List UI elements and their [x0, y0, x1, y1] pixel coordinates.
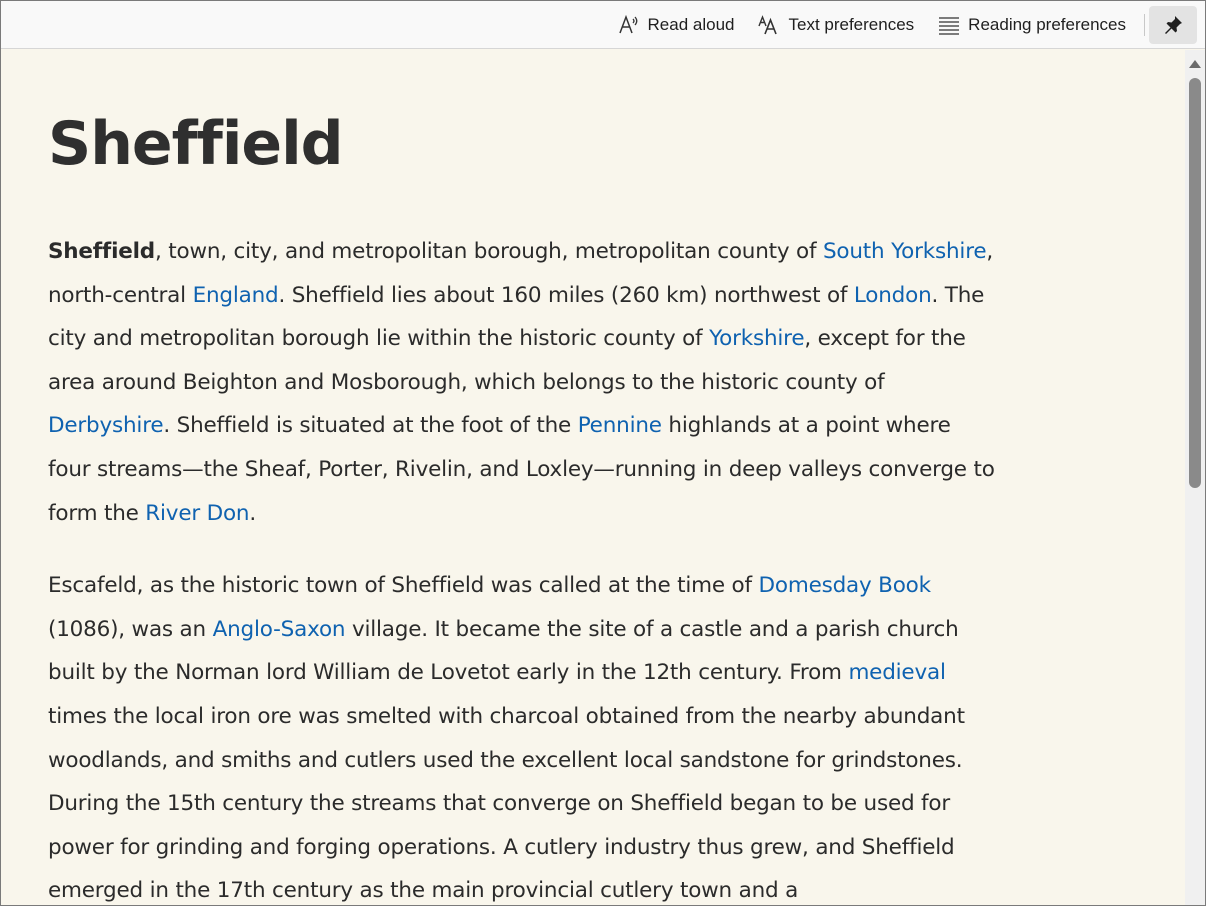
- toolbar-divider: [1144, 13, 1145, 36]
- read-aloud-button[interactable]: Read aloud: [608, 6, 745, 44]
- pin-icon: [1165, 15, 1182, 34]
- vertical-scrollbar[interactable]: [1185, 50, 1205, 905]
- text-run: . Sheffield is situated at the foot of t…: [163, 413, 578, 439]
- read-aloud-label: Read aloud: [647, 14, 735, 34]
- link-yorkshire[interactable]: Yorkshire: [709, 326, 805, 351]
- link-river-don[interactable]: River Don: [145, 501, 249, 526]
- text-run: , town, city, and metropolitan borough, …: [155, 239, 823, 264]
- article-title: Sheffield: [48, 109, 344, 179]
- text-run: times the local iron ore was smelted wit…: [48, 703, 965, 904]
- paragraph-2: Escafeld, as the historic town of Sheffi…: [48, 564, 998, 905]
- reading-preferences-label: Reading preferences: [968, 14, 1126, 34]
- bold-term: Sheffield: [48, 239, 155, 264]
- reader-toolbar: Read aloud Text preferences Reading pref…: [1, 1, 1205, 49]
- link-london[interactable]: London: [854, 283, 932, 308]
- scroll-up-button[interactable]: [1188, 58, 1202, 70]
- link-derbyshire[interactable]: Derbyshire: [48, 413, 164, 438]
- reading-preferences-button[interactable]: Reading preferences: [928, 6, 1136, 44]
- reading-content-area: Sheffield Sheffield, town, city, and met…: [1, 50, 1185, 905]
- text-run: . Sheffield lies about 160 miles (260 km…: [278, 282, 854, 308]
- link-domesday-book[interactable]: Domesday Book: [759, 573, 932, 598]
- link-pennine[interactable]: Pennine: [578, 413, 662, 438]
- immersive-reader-window: Read aloud Text preferences Reading pref…: [0, 0, 1206, 906]
- link-england[interactable]: England: [193, 283, 279, 308]
- read-aloud-icon: [618, 14, 637, 33]
- link-medieval[interactable]: medieval: [848, 660, 945, 685]
- link-south-yorkshire[interactable]: South Yorkshire: [823, 239, 987, 264]
- triangle-up-icon: [1189, 60, 1201, 68]
- text-size-icon: [758, 14, 778, 34]
- text-preferences-label: Text preferences: [788, 14, 915, 34]
- text-run: .: [249, 500, 256, 526]
- text-run: Escafeld, as the historic town of Sheffi…: [48, 573, 759, 599]
- pin-toolbar-button[interactable]: [1149, 5, 1197, 44]
- reading-lines-icon: [939, 16, 960, 35]
- paragraph-1: Sheffield, town, city, and metropolitan …: [48, 230, 998, 535]
- scroll-thumb[interactable]: [1189, 78, 1201, 488]
- link-anglo-saxon[interactable]: Anglo-Saxon: [213, 617, 346, 642]
- article: Sheffield Sheffield, town, city, and met…: [48, 108, 998, 905]
- text-run: (1086), was an: [48, 616, 213, 642]
- text-preferences-button[interactable]: Text preferences: [748, 6, 924, 44]
